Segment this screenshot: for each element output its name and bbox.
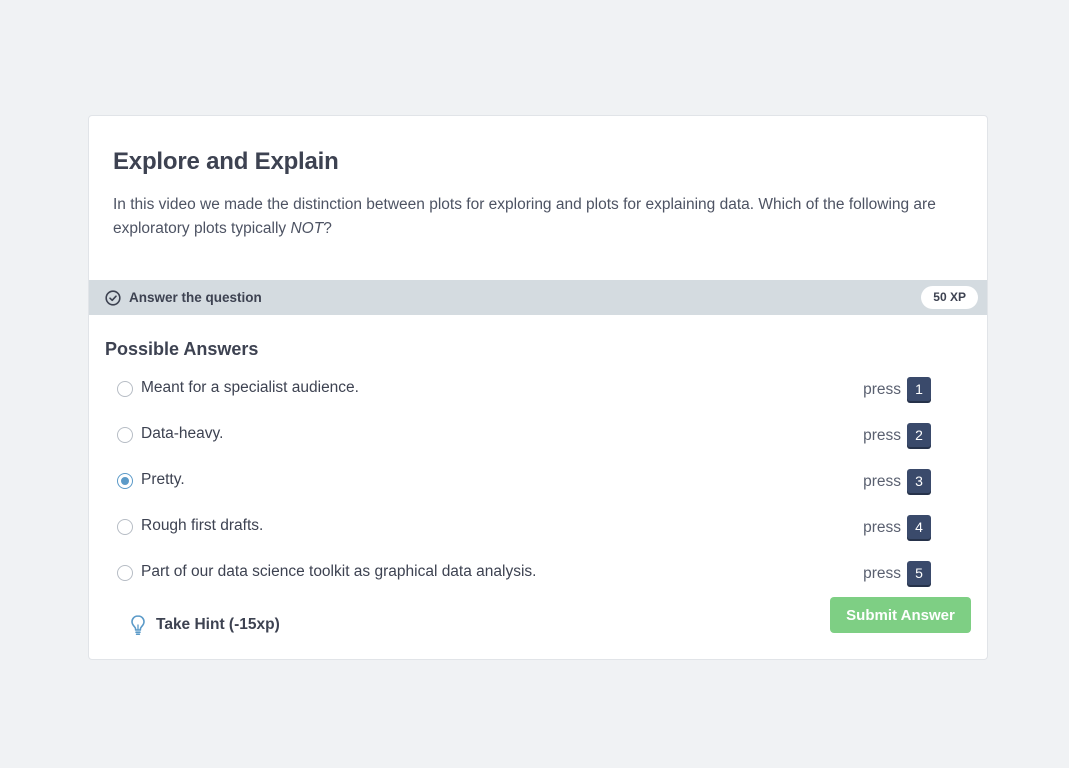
shortcut-key-badge: 3	[907, 469, 931, 493]
answer-radio[interactable]	[117, 427, 133, 443]
check-circle-icon	[105, 290, 121, 306]
task-bar: Answer the question 50 XP	[89, 280, 987, 315]
answer-option[interactable]: Meant for a specialist audience. press 1	[117, 376, 961, 404]
lightbulb-icon	[131, 615, 145, 635]
submit-answer-button[interactable]: Submit Answer	[830, 597, 971, 633]
press-label: press	[863, 427, 901, 444]
exercise-card: Explore and Explain In this video we mad…	[88, 115, 988, 660]
answer-option[interactable]: Part of our data science toolkit as grap…	[117, 560, 961, 588]
press-label: press	[863, 381, 901, 398]
exercise-prompt: In this video we made the distinction be…	[113, 193, 963, 241]
shortcut-key-badge: 2	[907, 423, 931, 447]
answer-option[interactable]: Pretty. press 3	[117, 468, 961, 496]
press-label: press	[863, 565, 901, 582]
shortcut-key-badge: 4	[907, 515, 931, 539]
answer-text: Meant for a specialist audience.	[141, 379, 359, 396]
shortcut-key-badge: 1	[907, 377, 931, 401]
answer-text: Data-heavy.	[141, 425, 224, 442]
answer-radio[interactable]	[117, 519, 133, 535]
exercise-prompt-end: ?	[323, 220, 332, 237]
answer-radio[interactable]	[117, 565, 133, 581]
take-hint-label: Take Hint (-15xp)	[156, 616, 280, 633]
answer-text: Pretty.	[141, 471, 185, 488]
answer-option[interactable]: Rough first drafts. press 4	[117, 514, 961, 542]
possible-answers-heading: Possible Answers	[105, 339, 259, 359]
answer-radio[interactable]	[117, 473, 133, 489]
exercise-prompt-text: In this video we made the distinction be…	[113, 196, 936, 237]
take-hint-button[interactable]: Take Hint (-15xp)	[129, 613, 280, 637]
exercise-prompt-emphasis: NOT	[290, 220, 324, 237]
xp-badge: 50 XP	[921, 286, 978, 309]
press-label: press	[863, 473, 901, 490]
shortcut-key-badge: 5	[907, 561, 931, 585]
answer-text: Part of our data science toolkit as grap…	[141, 563, 537, 580]
answer-option[interactable]: Data-heavy. press 2	[117, 422, 961, 450]
exercise-title: Explore and Explain	[113, 148, 339, 175]
answer-radio[interactable]	[117, 381, 133, 397]
task-label: Answer the question	[129, 290, 262, 305]
answer-text: Rough first drafts.	[141, 517, 264, 534]
press-label: press	[863, 519, 901, 536]
